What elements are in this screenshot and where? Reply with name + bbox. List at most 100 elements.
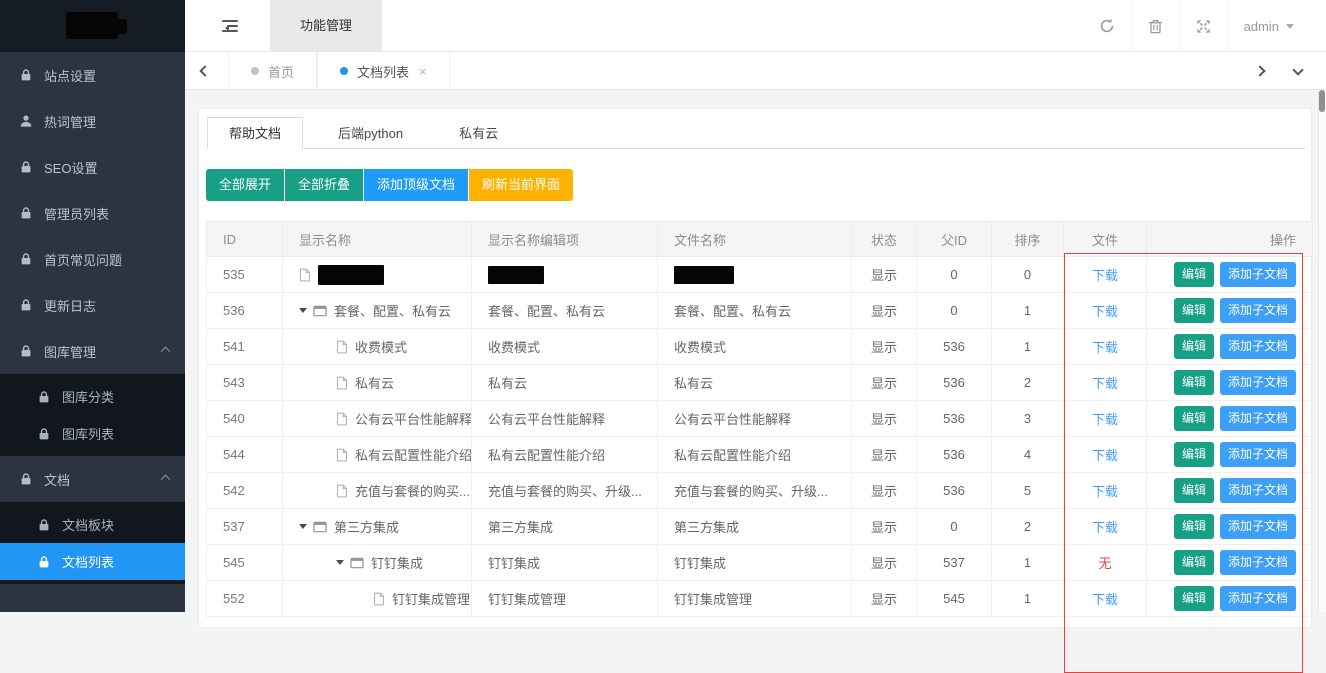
sidebar-item-admin-list[interactable]: 管理员列表 <box>0 190 185 236</box>
cell-operations: 编辑添加子文档 <box>1147 581 1313 617</box>
edit-button[interactable]: 编辑 <box>1174 370 1214 395</box>
download-link[interactable]: 下载 <box>1092 340 1118 355</box>
sidebar-item-label: 文档列表 <box>62 552 114 571</box>
user-menu[interactable]: admin <box>1227 0 1300 52</box>
cell-file: 下载 <box>1064 329 1147 365</box>
lock-icon <box>19 298 33 312</box>
cell-id: 535 <box>207 257 283 293</box>
edit-button[interactable]: 编辑 <box>1174 586 1214 611</box>
edit-button[interactable]: 编辑 <box>1174 550 1214 575</box>
doc-tab-0[interactable]: 帮助文档 <box>207 117 303 149</box>
tree-node[interactable]: 收费模式 <box>299 337 461 356</box>
download-link[interactable]: 下载 <box>1092 376 1118 391</box>
tree-node[interactable]: 私有云 <box>299 373 461 392</box>
column-header: 文件名称 <box>658 222 852 257</box>
sidebar-item-homepage-faq[interactable]: 首页常见问题 <box>0 236 185 282</box>
caret-down-icon[interactable] <box>299 524 307 533</box>
tree-node[interactable]: 钉钉集成管理 <box>299 589 461 608</box>
collapse-all-button[interactable]: 全部折叠 <box>285 169 364 201</box>
sidebar-item-seo-settings[interactable]: SEO设置 <box>0 144 185 190</box>
top-tab-function-management[interactable]: 功能管理 <box>270 0 382 52</box>
sidebar-toggle-icon[interactable] <box>222 17 242 35</box>
add-child-doc-button[interactable]: 添加子文档 <box>1220 442 1296 467</box>
sidebar-item-hot-words[interactable]: 热词管理 <box>0 98 185 144</box>
edit-button[interactable]: 编辑 <box>1174 442 1214 467</box>
tree-node[interactable]: 第三方集成 <box>299 517 461 536</box>
trash-icon[interactable] <box>1131 0 1179 52</box>
tree-node[interactable]: 私有云配置性能介绍 <box>299 445 461 464</box>
tree-node[interactable] <box>299 265 461 285</box>
sidebar-item-gallery-list[interactable]: 图库列表 <box>0 415 185 452</box>
cell-display-name: 公有云平台性能解释 <box>283 401 472 437</box>
download-link[interactable]: 下载 <box>1092 304 1118 319</box>
cell-operations: 编辑添加子文档 <box>1147 293 1313 329</box>
sidebar-item-changelog[interactable]: 更新日志 <box>0 282 185 328</box>
column-header: 状态 <box>852 222 917 257</box>
add-child-doc-button[interactable]: 添加子文档 <box>1220 298 1296 323</box>
tabs-scroll-right-icon[interactable] <box>1240 52 1280 90</box>
download-link[interactable]: 下载 <box>1092 592 1118 607</box>
node-label: 收费模式 <box>355 337 407 356</box>
sidebar-item-label: SEO设置 <box>44 158 97 177</box>
add-child-doc-button[interactable]: 添加子文档 <box>1220 370 1296 395</box>
caret-down-icon[interactable] <box>299 308 307 317</box>
edit-button[interactable]: 编辑 <box>1174 478 1214 503</box>
add-top-doc-button[interactable]: 添加顶级文档 <box>364 169 469 201</box>
tree-node[interactable]: 钉钉集成 <box>299 553 461 572</box>
download-link[interactable]: 下载 <box>1092 448 1118 463</box>
scrollbar-thumb[interactable] <box>1319 90 1325 112</box>
add-child-doc-button[interactable]: 添加子文档 <box>1220 550 1296 575</box>
edit-button[interactable]: 编辑 <box>1174 334 1214 359</box>
sidebar-item-site-settings[interactable]: 站点设置 <box>0 52 185 98</box>
sidebar-item-documents[interactable]: 文档 <box>0 456 185 502</box>
expand-all-button[interactable]: 全部展开 <box>206 169 285 201</box>
nav-tab-doc-list[interactable]: 文档列表× <box>317 52 450 90</box>
node-label: 充值与套餐的购买... <box>355 481 470 500</box>
tree-node[interactable]: 公有云平台性能解释 <box>299 409 461 428</box>
cell-id: 552 <box>207 581 283 617</box>
add-child-doc-button[interactable]: 添加子文档 <box>1220 586 1296 611</box>
cell-parent-id: 537 <box>917 545 992 581</box>
fullscreen-icon[interactable] <box>1179 0 1227 52</box>
edit-button[interactable]: 编辑 <box>1174 406 1214 431</box>
nav-tab-home[interactable]: 首页 <box>228 52 317 90</box>
sidebar-item-label: 首页常见问题 <box>44 250 122 269</box>
scrollbar[interactable] <box>1318 90 1326 612</box>
table-row: 537第三方集成第三方集成第三方集成显示02下载编辑添加子文档 <box>207 509 1313 545</box>
cell-sort: 2 <box>992 509 1064 545</box>
tabs-scroll-left-icon[interactable] <box>185 52 225 90</box>
sidebar-item-doc-sections[interactable]: 文档板块 <box>0 506 185 543</box>
tabs-menu-icon[interactable] <box>1278 52 1318 90</box>
add-child-doc-button[interactable]: 添加子文档 <box>1220 334 1296 359</box>
edit-button[interactable]: 编辑 <box>1174 298 1214 323</box>
doc-tab-2[interactable]: 私有云 <box>438 118 519 150</box>
add-child-doc-button[interactable]: 添加子文档 <box>1220 262 1296 287</box>
tree-node[interactable]: 套餐、配置、私有云 <box>299 301 461 320</box>
edit-button[interactable]: 编辑 <box>1174 262 1214 287</box>
doc-tab-1[interactable]: 后端python <box>317 118 424 150</box>
edit-button[interactable]: 编辑 <box>1174 514 1214 539</box>
cell-status: 显示 <box>852 329 917 365</box>
cell-edit-name: 第三方集成 <box>472 509 658 545</box>
download-link[interactable]: 下载 <box>1092 412 1118 427</box>
sidebar-item-gallery-category[interactable]: 图库分类 <box>0 378 185 415</box>
cell-file: 下载 <box>1064 473 1147 509</box>
tab-label: 首页 <box>268 62 294 81</box>
cell-edit-name: 私有云配置性能介绍 <box>472 437 658 473</box>
cell-file: 下载 <box>1064 437 1147 473</box>
cell-file: 下载 <box>1064 509 1147 545</box>
download-link[interactable]: 下载 <box>1092 484 1118 499</box>
sidebar-item-gallery-management[interactable]: 图库管理 <box>0 328 185 374</box>
close-icon[interactable]: × <box>419 64 427 79</box>
add-child-doc-button[interactable]: 添加子文档 <box>1220 406 1296 431</box>
caret-down-icon[interactable] <box>336 560 344 569</box>
tree-node[interactable]: 充值与套餐的购买... <box>299 481 461 500</box>
download-link[interactable]: 下载 <box>1092 268 1118 283</box>
download-link[interactable]: 下载 <box>1092 520 1118 535</box>
add-child-doc-button[interactable]: 添加子文档 <box>1220 478 1296 503</box>
add-child-doc-button[interactable]: 添加子文档 <box>1220 514 1296 539</box>
sidebar-item-doc-list[interactable]: 文档列表 <box>0 543 185 580</box>
refresh-icon[interactable] <box>1083 0 1131 52</box>
cell-id: 545 <box>207 545 283 581</box>
refresh-view-button[interactable]: 刷新当前界面 <box>469 169 573 201</box>
